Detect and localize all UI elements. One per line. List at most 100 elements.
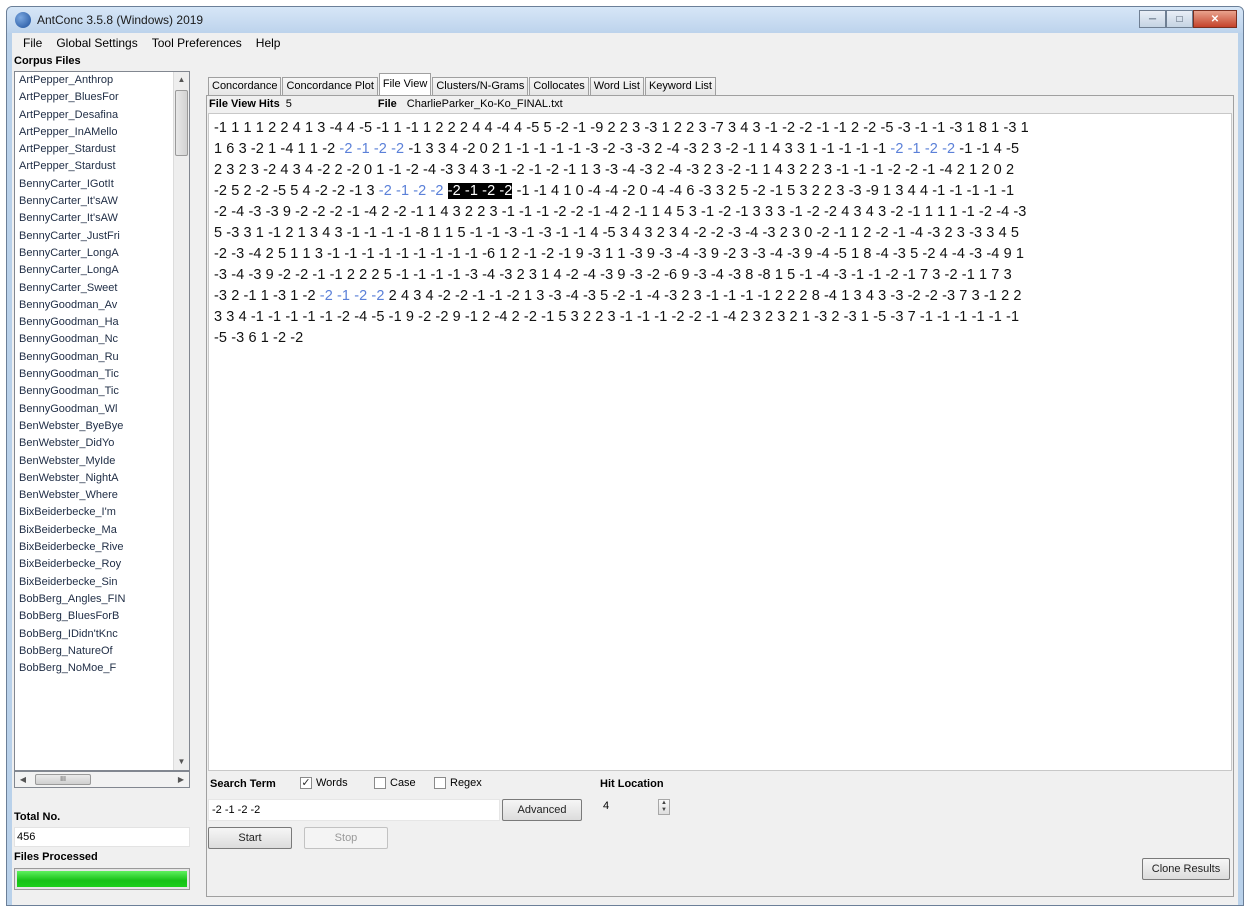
corpus-file-item[interactable]: BobBerg_Angles_FIN xyxy=(15,591,173,608)
regex-label: Regex xyxy=(450,777,482,789)
hit-location-value[interactable]: 4 xyxy=(600,798,656,816)
corpus-file-item[interactable]: BixBeiderbecke_Roy xyxy=(15,556,173,573)
corpus-file-item[interactable]: BobBerg_NatureOf xyxy=(15,643,173,660)
words-label: Words xyxy=(316,777,348,789)
corpus-file-item[interactable]: BixBeiderbecke_Ma xyxy=(15,522,173,539)
files-processed-label: Files Processed xyxy=(14,851,98,863)
file-text-line: -2 -4 -3 -3 9 -2 -2 -2 -1 -4 2 -2 -1 1 4… xyxy=(214,202,1227,223)
corpus-file-item[interactable]: ArtPepper_Desafina xyxy=(15,107,173,124)
corpus-file-item[interactable]: BennyCarter_IGotIt xyxy=(15,176,173,193)
menu-tool-preferences[interactable]: Tool Preferences xyxy=(145,33,249,53)
maximize-icon[interactable]: □ xyxy=(1166,10,1193,28)
text-segment: 5 -3 3 1 -1 2 1 3 4 3 -1 -1 -1 -1 -8 1 1… xyxy=(214,225,1020,241)
corpus-file-item[interactable]: ArtPepper_Stardust xyxy=(15,141,173,158)
corpus-file-item[interactable]: ArtPepper_Stardust xyxy=(15,158,173,175)
tab-concordance[interactable]: Concordance xyxy=(208,77,282,95)
text-segment: -2 5 2 -2 -5 5 4 -2 -2 -1 3 xyxy=(214,183,379,199)
scroll-down-arrow-icon[interactable]: ▼ xyxy=(174,754,189,770)
scroll-left-arrow-icon[interactable]: ◀ xyxy=(16,772,30,788)
file-view-hits-row: File View Hits 5 File CharlieParker_Ko-K… xyxy=(207,96,1233,112)
corpus-file-item[interactable]: BenWebster_MyIde xyxy=(15,453,173,470)
file-label: File xyxy=(377,98,397,110)
corpus-file-item[interactable]: ArtPepper_InAMello xyxy=(15,124,173,141)
hit-location-label: Hit Location xyxy=(600,778,664,790)
stop-button[interactable]: Stop xyxy=(304,827,388,849)
regex-option[interactable]: Regex xyxy=(434,777,482,789)
corpus-file-item[interactable]: BennyGoodman_Ru xyxy=(15,349,173,366)
corpus-file-item[interactable]: BixBeiderbecke_Rive xyxy=(15,539,173,556)
text-segment: 1 6 3 -2 1 -4 1 1 -2 xyxy=(214,141,340,157)
corpus-file-item[interactable]: BenWebster_NightA xyxy=(15,470,173,487)
corpus-file-item[interactable]: BobBerg_BluesForB xyxy=(15,608,173,625)
corpus-file-item[interactable]: BixBeiderbecke_I'm xyxy=(15,504,173,521)
tab-clusters-n-grams[interactable]: Clusters/N-Grams xyxy=(432,77,529,95)
antconc-app-icon xyxy=(15,12,31,28)
menu-file[interactable]: File xyxy=(16,33,49,53)
corpus-file-item[interactable]: BobBerg_NoMoe_F xyxy=(15,660,173,677)
corpus-file-item[interactable]: BenWebster_ByeBye xyxy=(15,418,173,435)
tab-file-view[interactable]: File View xyxy=(378,73,432,95)
case-option[interactable]: Case xyxy=(374,777,416,789)
minimize-icon[interactable]: ─ xyxy=(1139,10,1166,28)
tab-concordance-plot[interactable]: Concordance Plot xyxy=(282,77,378,95)
advanced-button[interactable]: Advanced xyxy=(502,799,582,821)
case-checkbox[interactable] xyxy=(374,777,386,789)
regex-checkbox[interactable] xyxy=(434,777,446,789)
window-controls: ─ □ ✕ xyxy=(1139,10,1237,28)
text-segment: -1 -1 4 1 0 -4 -4 -2 0 -4 -4 6 -3 3 2 5 … xyxy=(512,183,1015,199)
corpus-file-item[interactable]: BennyGoodman_Av xyxy=(15,297,173,314)
corpus-file-item[interactable]: BennyCarter_It'sAW xyxy=(15,210,173,227)
scroll-thumb[interactable] xyxy=(175,90,188,156)
file-text-line: 3 3 4 -1 -1 -1 -1 -1 -2 -4 -5 -1 9 -2 -2… xyxy=(214,307,1227,328)
corpus-file-list[interactable]: ArtPepper_Anthrop ArtPepper_BluesFor ArtPe… xyxy=(14,71,190,771)
corpus-file-item[interactable]: BennyCarter_LongA xyxy=(15,262,173,279)
corpus-file-item[interactable]: ArtPepper_Anthrop xyxy=(15,72,173,89)
file-view-panel: File View Hits 5 File CharlieParker_Ko-K… xyxy=(206,95,1234,897)
corpus-file-item[interactable]: BennyCarter_LongA xyxy=(15,245,173,262)
corpus-file-item[interactable]: BennyCarter_Sweet xyxy=(15,280,173,297)
search-term-input[interactable]: -2 -1 -2 -2 xyxy=(208,799,500,821)
title-bar[interactable]: AntConc 3.5.8 (Windows) 2019 ─ □ ✕ xyxy=(7,7,1243,33)
corpus-file-item[interactable]: BenWebster_DidYo xyxy=(15,435,173,452)
tab-collocates[interactable]: Collocates xyxy=(529,77,589,95)
corpus-file-item[interactable]: BennyGoodman_Tic xyxy=(15,383,173,400)
horizontal-scroll-thumb[interactable]: III xyxy=(35,774,91,785)
text-segment: 2 3 2 3 -2 4 3 4 -2 2 -2 0 1 -1 -2 -4 -3… xyxy=(214,162,1015,178)
corpus-file-item[interactable]: ArtPepper_BluesFor xyxy=(15,89,173,106)
file-text-line: -1 1 1 1 2 2 4 1 3 -4 4 -5 -1 1 -1 1 2 2… xyxy=(214,118,1227,139)
words-checkbox[interactable]: ✓ xyxy=(300,777,312,789)
file-text-line: 5 -3 3 1 -1 2 1 3 4 3 -1 -1 -1 -1 -8 1 1… xyxy=(214,223,1227,244)
corpus-file-item[interactable]: BennyGoodman_Tic xyxy=(15,366,173,383)
file-text-view[interactable]: -1 1 1 1 2 2 4 1 3 -4 4 -5 -1 1 -1 1 2 2… xyxy=(208,113,1232,771)
corpus-sidebar: Corpus Files ArtPepper_Anthrop ArtPepper_… xyxy=(14,55,190,897)
corpus-file-item[interactable]: BobBerg_IDidn'tKnc xyxy=(15,626,173,643)
clone-results-button[interactable]: Clone Results xyxy=(1142,858,1230,880)
corpus-file-item[interactable]: BenWebster_Where xyxy=(15,487,173,504)
text-segment: 3 3 4 -1 -1 -1 -1 -1 -2 -4 -5 -1 9 -2 -2… xyxy=(214,309,1020,325)
corpus-file-item[interactable]: BennyGoodman_Ha xyxy=(15,314,173,331)
total-no-label: Total No. xyxy=(14,811,61,823)
tab-word-list[interactable]: Word List xyxy=(589,77,644,95)
search-hit: -2 -1 -2 -2 xyxy=(319,288,385,304)
file-text-line: -2 5 2 -2 -5 5 4 -2 -2 -1 3 -2 -1 -2 -2 … xyxy=(214,181,1227,202)
start-button[interactable]: Start xyxy=(208,827,292,849)
hit-location-spinner-icon[interactable]: ▲ ▼ xyxy=(658,799,670,815)
corpus-file-item[interactable]: BennyCarter_JustFri xyxy=(15,228,173,245)
menu-global-settings[interactable]: Global Settings xyxy=(49,33,144,53)
tab-keyword-list[interactable]: Keyword List xyxy=(644,77,716,95)
search-hit: -2 -1 -2 -2 xyxy=(378,183,444,199)
total-no-value: 456 xyxy=(14,827,190,847)
file-list-horizontal-scrollbar[interactable]: ◀ III ▶ xyxy=(14,771,190,788)
corpus-file-item[interactable]: BennyCarter_It'sAW xyxy=(15,193,173,210)
corpus-file-item[interactable]: BennyGoodman_Wl xyxy=(15,401,173,418)
scroll-right-arrow-icon[interactable]: ▶ xyxy=(174,772,188,788)
corpus-file-item[interactable]: BennyGoodman_Nc xyxy=(15,331,173,348)
words-option[interactable]: ✓ Words xyxy=(300,777,348,789)
scroll-up-arrow-icon[interactable]: ▲ xyxy=(174,72,189,88)
case-label: Case xyxy=(390,777,416,789)
corpus-file-item[interactable]: BixBeiderbecke_Sin xyxy=(15,574,173,591)
close-icon[interactable]: ✕ xyxy=(1193,10,1237,28)
file-list-vertical-scrollbar[interactable]: ▲ ▼ xyxy=(173,72,189,770)
menu-help[interactable]: Help xyxy=(249,33,288,53)
file-text-line: -2 -3 -4 2 5 1 1 3 -1 -1 -1 -1 -1 -1 -1 … xyxy=(214,244,1227,265)
